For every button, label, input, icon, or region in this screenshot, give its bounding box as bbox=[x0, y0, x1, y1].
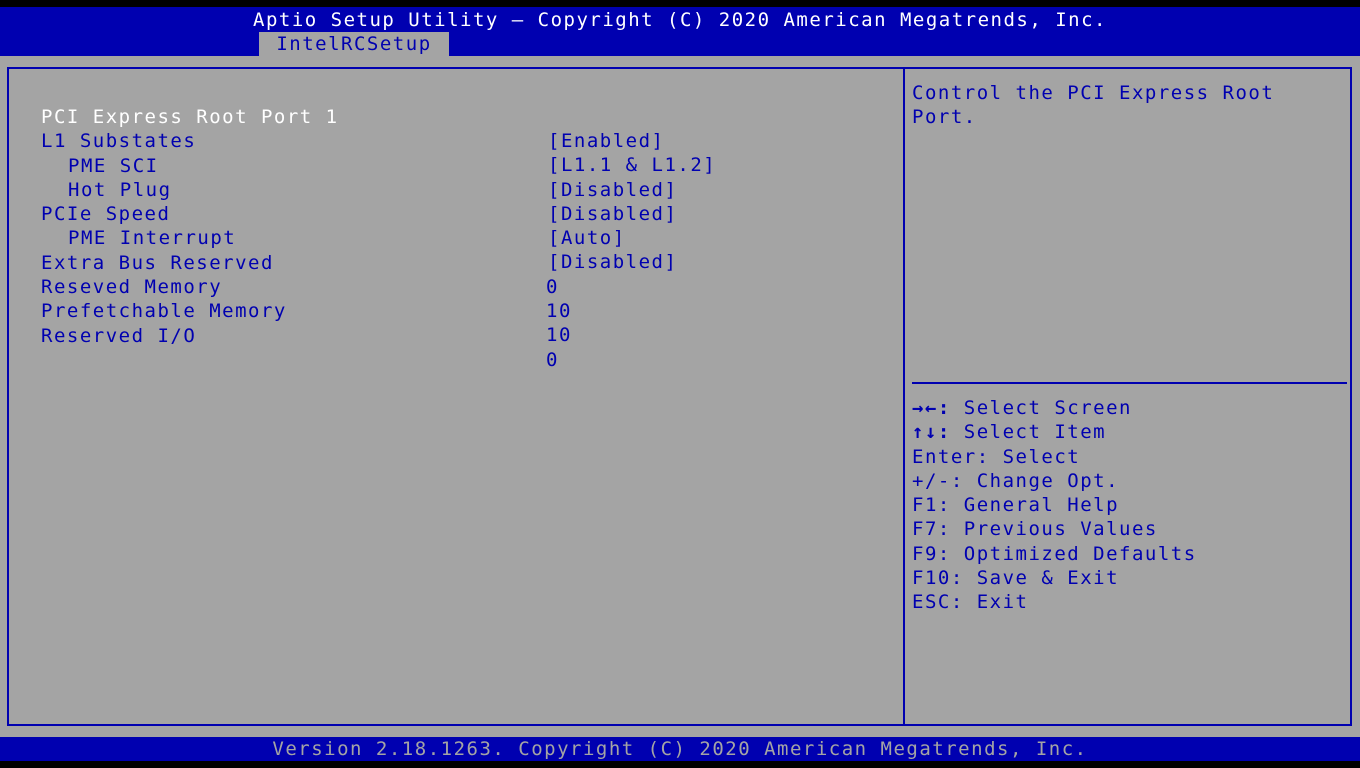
setting-label: PME SCI bbox=[68, 155, 159, 177]
key-legend-item: F7: Previous Values bbox=[912, 517, 1197, 541]
setting-pcie-speed[interactable]: PCIe Speed [Auto] bbox=[0, 178, 624, 249]
key-name: F9: bbox=[912, 542, 951, 565]
setting-value[interactable]: 10 bbox=[546, 323, 572, 347]
setting-value[interactable]: [Auto] bbox=[548, 226, 626, 250]
key-name: F1: bbox=[912, 494, 951, 517]
setting-reserved-io[interactable]: Reserved I/O 0 bbox=[0, 300, 557, 371]
key-legend-item: +/-: Change Opt. bbox=[912, 469, 1197, 493]
title-bar: Aptio Setup Utility – Copyright (C) 2020… bbox=[0, 7, 1360, 56]
setting-extra-bus-reserved[interactable]: Extra Bus Reserved 0 bbox=[0, 227, 557, 298]
key-name: +/-: bbox=[912, 469, 964, 492]
setting-value[interactable]: 10 bbox=[546, 299, 572, 323]
setting-value[interactable]: [L1.1 & L1.2] bbox=[548, 153, 716, 177]
arrows-left-right-icon: →←: bbox=[912, 397, 951, 419]
setting-l1-substates[interactable]: L1 Substates [L1.1 & L1.2] bbox=[0, 105, 715, 176]
setting-label: Extra Bus Reserved bbox=[41, 252, 274, 274]
setting-label: Reseved Memory bbox=[41, 276, 223, 298]
app-title: Aptio Setup Utility – Copyright (C) 2020… bbox=[253, 9, 1107, 31]
setting-label: PCIe Speed bbox=[41, 203, 171, 225]
key-legend-item: F1: General Help bbox=[912, 493, 1197, 517]
key-legend-item: Enter: Select bbox=[912, 445, 1197, 469]
setting-pme-sci[interactable]: PME SCI [Disabled] bbox=[0, 130, 676, 201]
setting-value[interactable]: 0 bbox=[546, 348, 559, 372]
key-description: Change Opt. bbox=[976, 469, 1120, 492]
setting-value[interactable]: [Disabled] bbox=[548, 178, 677, 202]
key-description: General Help bbox=[963, 494, 1120, 517]
version-footer: Version 2.18.1263. Copyright (C) 2020 Am… bbox=[0, 737, 1360, 761]
setting-reseved-memory[interactable]: Reseved Memory 10 bbox=[0, 251, 570, 322]
key-name: F7: bbox=[912, 518, 951, 541]
help-text-line-1: Control the PCI Express Root bbox=[912, 82, 1275, 104]
main-panel: PCI Express Root Port 1 [Enabled] L1 Sub… bbox=[0, 56, 1360, 737]
vertical-divider bbox=[903, 67, 905, 726]
key-description: Save & Exit bbox=[976, 567, 1120, 590]
setting-value[interactable]: [Enabled] bbox=[548, 129, 664, 153]
tab-intelrcsetup[interactable]: IntelRCSetup bbox=[259, 32, 449, 56]
key-legend-item: ↑↓: Select Item bbox=[912, 420, 1197, 444]
key-legend-item: ESC: Exit bbox=[912, 590, 1197, 614]
key-legend: →←: Select Screen ↑↓: Select Item Enter:… bbox=[912, 396, 1197, 615]
setting-hot-plug[interactable]: Hot Plug [Disabled] bbox=[0, 154, 676, 225]
setting-value[interactable]: [Disabled] bbox=[548, 250, 677, 274]
help-text-line-2: Port. bbox=[912, 106, 977, 128]
setting-label: PCI Express Root Port 1 bbox=[41, 106, 339, 128]
key-description: Select Item bbox=[963, 421, 1107, 444]
key-legend-item: F10: Save & Exit bbox=[912, 566, 1197, 590]
key-description: Previous Values bbox=[963, 518, 1158, 541]
setting-pme-interrupt[interactable]: PME Interrupt [Disabled] bbox=[0, 202, 676, 273]
setting-value[interactable]: [Disabled] bbox=[548, 202, 677, 226]
setting-label: Hot Plug bbox=[68, 179, 172, 201]
setting-prefetchable-memory[interactable]: Prefetchable Memory 10 bbox=[0, 275, 570, 346]
key-legend-item: →←: Select Screen bbox=[912, 396, 1197, 420]
key-legend-item: F9: Optimized Defaults bbox=[912, 542, 1197, 566]
key-description: Select bbox=[1002, 445, 1081, 468]
arrows-up-down-icon: ↑↓: bbox=[912, 421, 951, 444]
help-divider bbox=[912, 382, 1347, 384]
key-name: Enter: bbox=[912, 445, 990, 468]
setting-label: PME Interrupt bbox=[68, 227, 237, 249]
setting-label: L1 Substates bbox=[41, 130, 197, 152]
setting-pci-express-root-port-1[interactable]: PCI Express Root Port 1 [Enabled] bbox=[0, 81, 663, 152]
key-description: Exit bbox=[976, 591, 1029, 614]
key-description: Optimized Defaults bbox=[963, 542, 1197, 565]
key-name: ESC: bbox=[912, 591, 964, 614]
key-name: F10: bbox=[912, 567, 964, 590]
setting-label: Reserved I/O bbox=[41, 325, 197, 347]
key-description: Select Screen bbox=[963, 397, 1132, 419]
setting-value[interactable]: 0 bbox=[546, 275, 559, 299]
setting-label: Prefetchable Memory bbox=[41, 300, 287, 322]
